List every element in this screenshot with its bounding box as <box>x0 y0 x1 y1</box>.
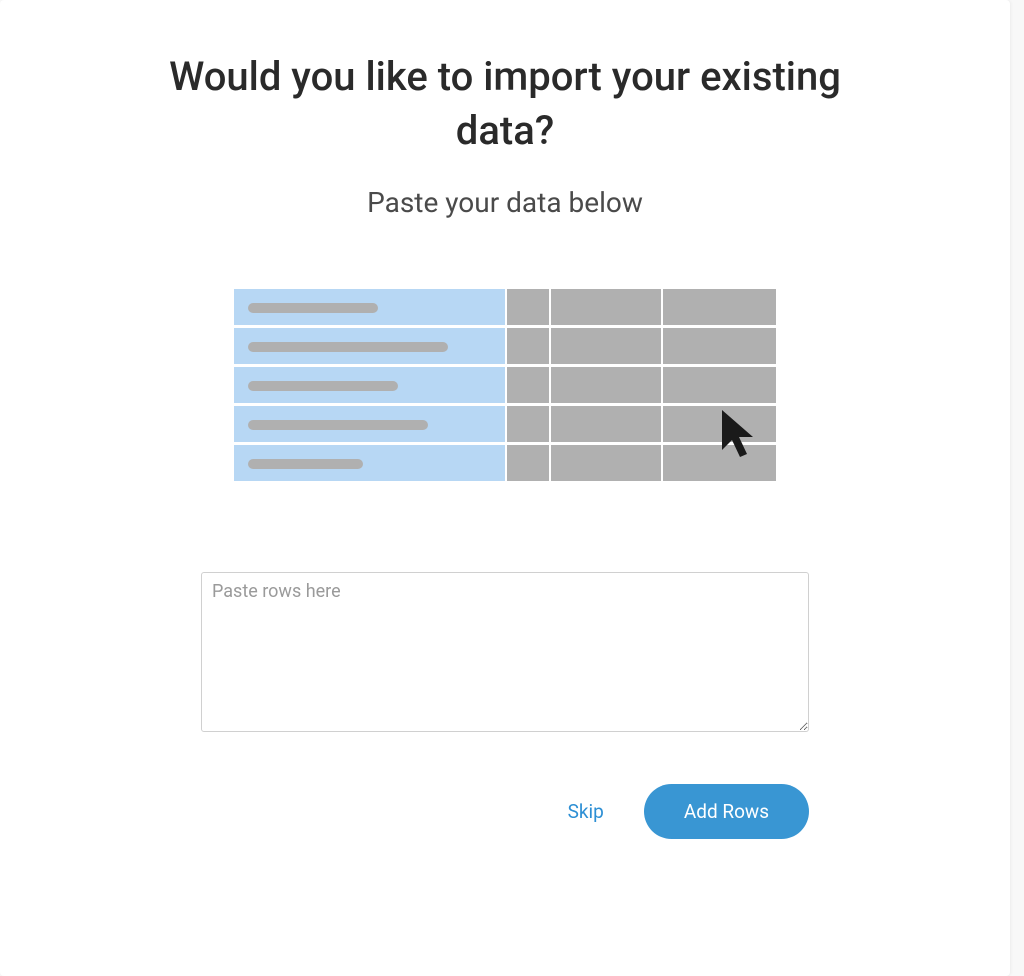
spreadsheet-illustration <box>234 289 776 482</box>
add-rows-button[interactable]: Add Rows <box>644 784 809 839</box>
dialog-subheading: Paste your data below <box>367 186 643 219</box>
import-dialog: Would you like to import your existing d… <box>0 0 1010 976</box>
skip-button[interactable]: Skip <box>568 800 604 823</box>
spreadsheet-icon <box>234 289 776 482</box>
paste-area <box>201 572 809 736</box>
dialog-heading: Would you like to import your existing d… <box>155 50 855 158</box>
paste-textarea[interactable] <box>201 572 809 732</box>
dialog-actions: Skip Add Rows <box>201 784 809 839</box>
